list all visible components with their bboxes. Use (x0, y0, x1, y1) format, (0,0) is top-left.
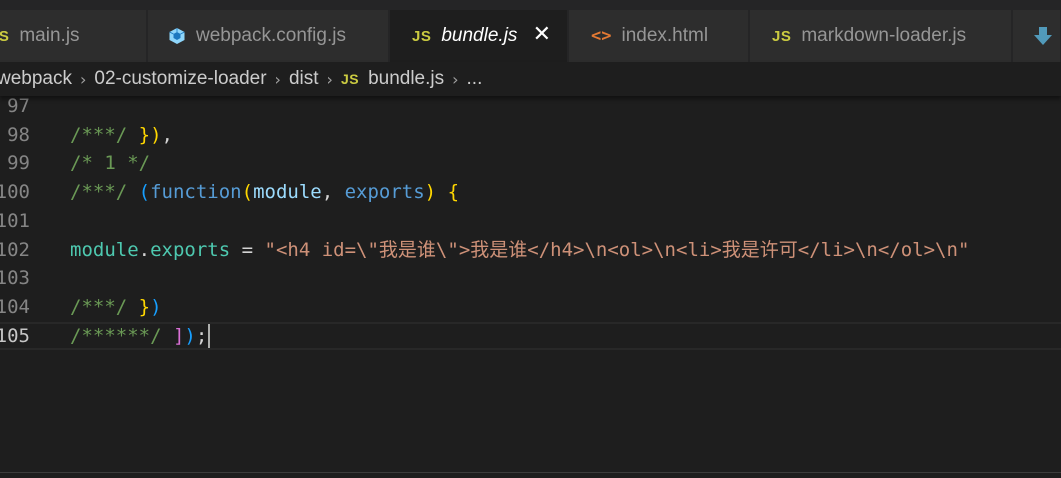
code-token: <li>我是许可</li> (676, 238, 855, 261)
code-token: exports (344, 181, 425, 204)
code-token: /***/ (70, 123, 139, 146)
code-editor: JS main.js webpack.config.js JS bundle.j… (0, 0, 1061, 478)
line-source: /***/ (function(module, exports) { (70, 178, 459, 207)
code-line[interactable]: 100/***/ (function(module, exports) { (0, 178, 1061, 207)
code-line[interactable]: 102 module.exports = "<h4 id=\"我是谁\">我是谁<… (0, 236, 1061, 265)
code-token: ) (184, 324, 196, 347)
tab-label: webpack.config.js (196, 25, 346, 46)
chevron-right-icon: › (274, 69, 281, 89)
code-token: \" (435, 238, 459, 261)
tab-index-html[interactable]: <> index.html (569, 10, 749, 62)
js-file-icon: JS (412, 27, 432, 45)
tab-overflow[interactable] (1013, 10, 1061, 62)
line-number: 100 (0, 181, 30, 204)
tab-bundle-js[interactable]: JS bundle.js ✕ (390, 10, 568, 62)
code-line[interactable]: 99 /* 1 */ (0, 149, 1061, 178)
code-token: "<h4 id= (264, 238, 357, 261)
code-line[interactable]: 103 (0, 264, 1061, 293)
line-source: /***/ }) (70, 293, 162, 322)
code-token: ( (241, 181, 254, 204)
tab-label: main.js (19, 25, 80, 46)
breadcrumb-item-folder[interactable]: 02-customize-loader (94, 68, 266, 90)
line-number: 103 (0, 267, 30, 290)
breadcrumb-item-file[interactable]: bundle.js (368, 68, 444, 90)
code-token: . (138, 238, 151, 261)
webpack-icon (169, 28, 185, 44)
line-source: /* 1 */ (70, 149, 150, 178)
line-number: 99 (7, 152, 30, 175)
code-token: \n (653, 238, 676, 261)
code-token: \" (356, 238, 379, 261)
tab-main-js[interactable]: JS main.js (0, 10, 147, 62)
tab-label: index.html (621, 25, 709, 46)
code-area[interactable]: 97 98 /***/ }), 99 /* 1 */ 100 /***/ (function… (0, 92, 1061, 472)
chevron-right-icon: › (326, 69, 333, 89)
code-token: } (138, 295, 151, 318)
panel-divider (0, 472, 1061, 473)
line-number: 102 (0, 238, 30, 261)
code-token: ; (195, 324, 208, 347)
code-line[interactable]: 97 (0, 92, 1061, 121)
text-cursor (208, 324, 211, 349)
js-file-icon: JS (340, 71, 360, 87)
js-file-icon: JS (0, 28, 9, 45)
tab-label: bundle.js (441, 25, 518, 46)
tab-bar: JS main.js webpack.config.js JS bundle.j… (0, 10, 1061, 62)
line-source: /***/ }), (70, 121, 173, 150)
code-token: ) (150, 123, 162, 146)
tab-label: markdown-loader.js (801, 25, 967, 46)
code-token: >我是谁</h4> (458, 238, 585, 261)
line-source: /******/ ]); (70, 324, 211, 349)
code-token: /***/ (70, 181, 139, 204)
code-line[interactable]: 98 /***/ }), (0, 121, 1061, 150)
code-line[interactable]: 101 (0, 207, 1061, 236)
code-token: , (321, 181, 345, 204)
code-token: </ol> (877, 238, 936, 261)
title-strip (0, 0, 1061, 10)
chevron-right-icon: › (452, 69, 459, 89)
breadcrumb-item-symbols[interactable]: ... (467, 68, 483, 90)
code-token: /******/ (70, 324, 173, 347)
js-file-icon: JS (772, 27, 792, 45)
code-token: \n (935, 238, 958, 261)
code-token: 我是谁 (378, 238, 436, 261)
code-token: ) (424, 181, 448, 204)
code-token: ( (138, 181, 151, 204)
code-token: module (253, 181, 322, 204)
line-number: 97 (7, 95, 30, 117)
breadcrumb-item-webpack[interactable]: webpack (0, 68, 72, 90)
code-line[interactable]: 104 /***/ }) (0, 293, 1061, 322)
code-token: \n (854, 238, 878, 261)
code-token: function (150, 181, 242, 204)
line-number: 105 (0, 324, 30, 347)
close-icon[interactable]: ✕ (533, 22, 551, 48)
line-number: 98 (7, 123, 30, 146)
chevron-right-icon: › (80, 69, 87, 89)
code-token: /***/ (70, 295, 139, 318)
html-file-icon: <> (591, 26, 612, 46)
code-token: \n (584, 238, 608, 261)
line-number: 104 (0, 295, 30, 318)
breadcrumb: webpack › 02-customize-loader › dist › J… (0, 62, 1061, 96)
code-token: , (161, 123, 173, 146)
tab-webpack-config[interactable]: webpack.config.js (148, 10, 389, 62)
code-token: " (957, 238, 970, 261)
code-token: { (447, 181, 460, 204)
line-number: 101 (0, 209, 30, 232)
code-token: ) (150, 295, 162, 318)
code-token: = (230, 238, 265, 261)
line-source: module.exports = "<h4 id=\"我是谁\">我是谁</h4… (70, 236, 969, 265)
code-token: module (70, 238, 139, 261)
code-token: } (138, 123, 151, 146)
breadcrumb-item-dist[interactable]: dist (289, 68, 319, 90)
code-line[interactable]: 105 /******/ ]); (0, 321, 1061, 351)
download-arrow-icon (1034, 27, 1052, 45)
code-token: <ol> (607, 238, 654, 261)
tab-markdown-loader[interactable]: JS markdown-loader.js (750, 10, 1012, 62)
code-token: ] (172, 324, 185, 347)
code-token: exports (150, 238, 231, 261)
code-token: /* 1 */ (70, 152, 151, 175)
